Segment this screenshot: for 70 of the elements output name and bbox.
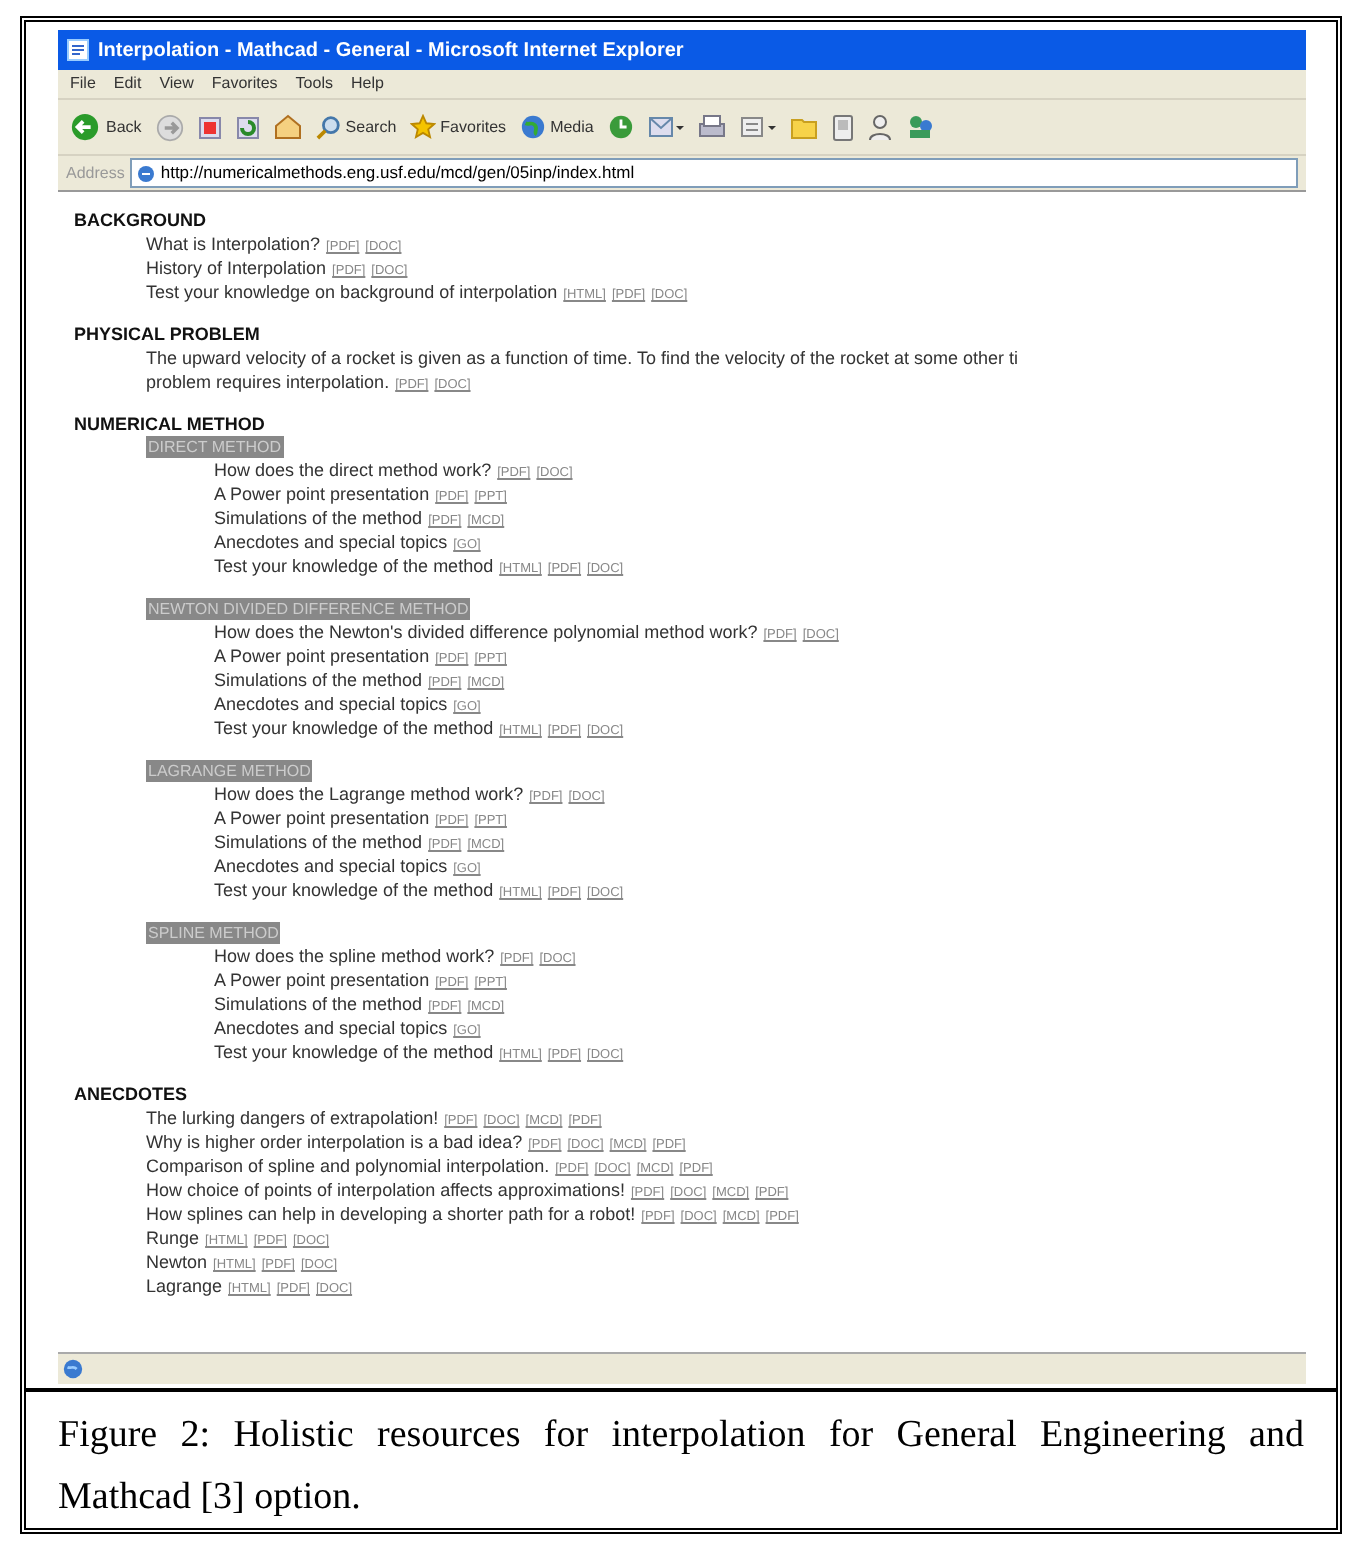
link-text[interactable]: Anecdotes and special topics: [214, 692, 448, 716]
link-text[interactable]: Test your knowledge of the method: [214, 554, 494, 578]
home-icon[interactable]: [273, 114, 302, 140]
mail-icon[interactable]: [647, 114, 684, 140]
link-text[interactable]: Simulations of the method: [214, 668, 423, 692]
paragraph-text: problem requires interpolation.: [146, 370, 390, 394]
section-heading: BACKGROUND: [74, 208, 208, 232]
menu-item[interactable]: Help: [350, 72, 384, 96]
refresh-icon[interactable]: [235, 115, 260, 139]
link-text[interactable]: How does the direct method work?: [214, 458, 492, 482]
link-text[interactable]: A Power point presentation: [214, 644, 430, 668]
link-text[interactable]: A Power point presentation: [214, 482, 430, 506]
section-heading: NUMERICAL METHOD: [74, 412, 267, 436]
link-text[interactable]: How choice of points of interpolation affects approximations!: [146, 1178, 625, 1202]
link-text[interactable]: Lagrange: [146, 1274, 223, 1298]
link-text[interactable]: How does the Lagrange method work?: [214, 782, 524, 806]
menu-item[interactable]: Favorites: [211, 72, 278, 96]
paragraph-text: The upward velocity of a rocket is given as a function of time. To find the velocity of the rocket at some other ti: [146, 346, 1019, 370]
link-text[interactable]: Simulations of the method: [214, 830, 423, 854]
section-heading: PHYSICAL PROBLEM: [74, 322, 262, 346]
link-text[interactable]: How splines can help in developing a shorter path for a robot!: [146, 1202, 636, 1226]
device-icon[interactable]: [831, 113, 854, 141]
address-label: Address: [66, 161, 125, 185]
link-text[interactable]: How does the Newton's divided difference polynomial method work?: [214, 620, 758, 644]
link-text[interactable]: Anecdotes and special topics: [214, 1016, 448, 1040]
link-text[interactable]: Simulations of the method: [214, 506, 423, 530]
method-heading: SPLINE METHOD: [146, 922, 281, 944]
globe-icon: [520, 114, 547, 140]
person-icon[interactable]: [867, 113, 892, 141]
link-text[interactable]: Newton: [146, 1250, 208, 1274]
address-field[interactable]: http://numericalmethods.eng.usf.edu/mcd/gen/05inp/index.html: [130, 158, 1298, 188]
globe-icon: [62, 1358, 84, 1380]
menu-item[interactable]: Tools: [295, 72, 333, 96]
method-heading: NEWTON DIVIDED DIFFERENCE METHOD: [146, 598, 471, 620]
link-text[interactable]: A Power point presentation: [214, 968, 430, 992]
stop-icon[interactable]: [197, 115, 222, 139]
history-icon[interactable]: [607, 114, 634, 140]
link-text[interactable]: Test your knowledge of the method: [214, 878, 494, 902]
back-button[interactable]: Back: [70, 112, 142, 142]
figure-caption: Figure 2: Holistic resources for interpolation for General Engineering and Mathcad [3] option.: [58, 1412, 1304, 1522]
link-text[interactable]: How does the spline method work?: [214, 944, 495, 968]
section-heading: ANECDOTES: [74, 1082, 190, 1106]
window-title: Interpolation - Mathcad - General - Microsoft Internet Explorer: [98, 37, 684, 65]
star-icon: [410, 114, 437, 140]
link-text[interactable]: What is Interpolation?: [146, 232, 321, 256]
link-text[interactable]: Anecdotes and special topics: [214, 854, 448, 878]
edit-icon[interactable]: [739, 114, 776, 140]
favorites-button[interactable]: Favorites: [410, 114, 507, 140]
printer-icon[interactable]: [697, 114, 726, 140]
menu-item[interactable]: Edit: [113, 72, 142, 96]
people-icon[interactable]: [905, 114, 934, 140]
search-icon: [315, 114, 342, 140]
folder-icon[interactable]: [789, 115, 818, 139]
menu-item[interactable]: View: [159, 72, 194, 96]
link-text[interactable]: Anecdotes and special topics: [214, 530, 448, 554]
link-text[interactable]: The lurking dangers of extrapolation!: [146, 1106, 439, 1130]
media-button[interactable]: Media: [520, 114, 594, 140]
link-text[interactable]: Test your knowledge of the method: [214, 1040, 494, 1064]
link-text[interactable]: Simulations of the method: [214, 992, 423, 1016]
menu-item[interactable]: File: [70, 72, 96, 96]
method-heading: DIRECT METHOD: [146, 436, 284, 458]
link-text[interactable]: Runge: [146, 1226, 200, 1250]
link-text[interactable]: Why is higher order interpolation is a bad idea?: [146, 1130, 523, 1154]
link-text[interactable]: History of Interpolation: [146, 256, 327, 280]
link-text[interactable]: Test your knowledge of the method: [214, 716, 494, 740]
link-text[interactable]: Test your knowledge on background of interpolation: [146, 280, 558, 304]
search-button[interactable]: Search: [315, 114, 397, 140]
method-heading: LAGRANGE METHOD: [146, 760, 313, 782]
link-text[interactable]: A Power point presentation: [214, 806, 430, 830]
link-text[interactable]: Comparison of spline and polynomial interpolation.: [146, 1154, 550, 1178]
